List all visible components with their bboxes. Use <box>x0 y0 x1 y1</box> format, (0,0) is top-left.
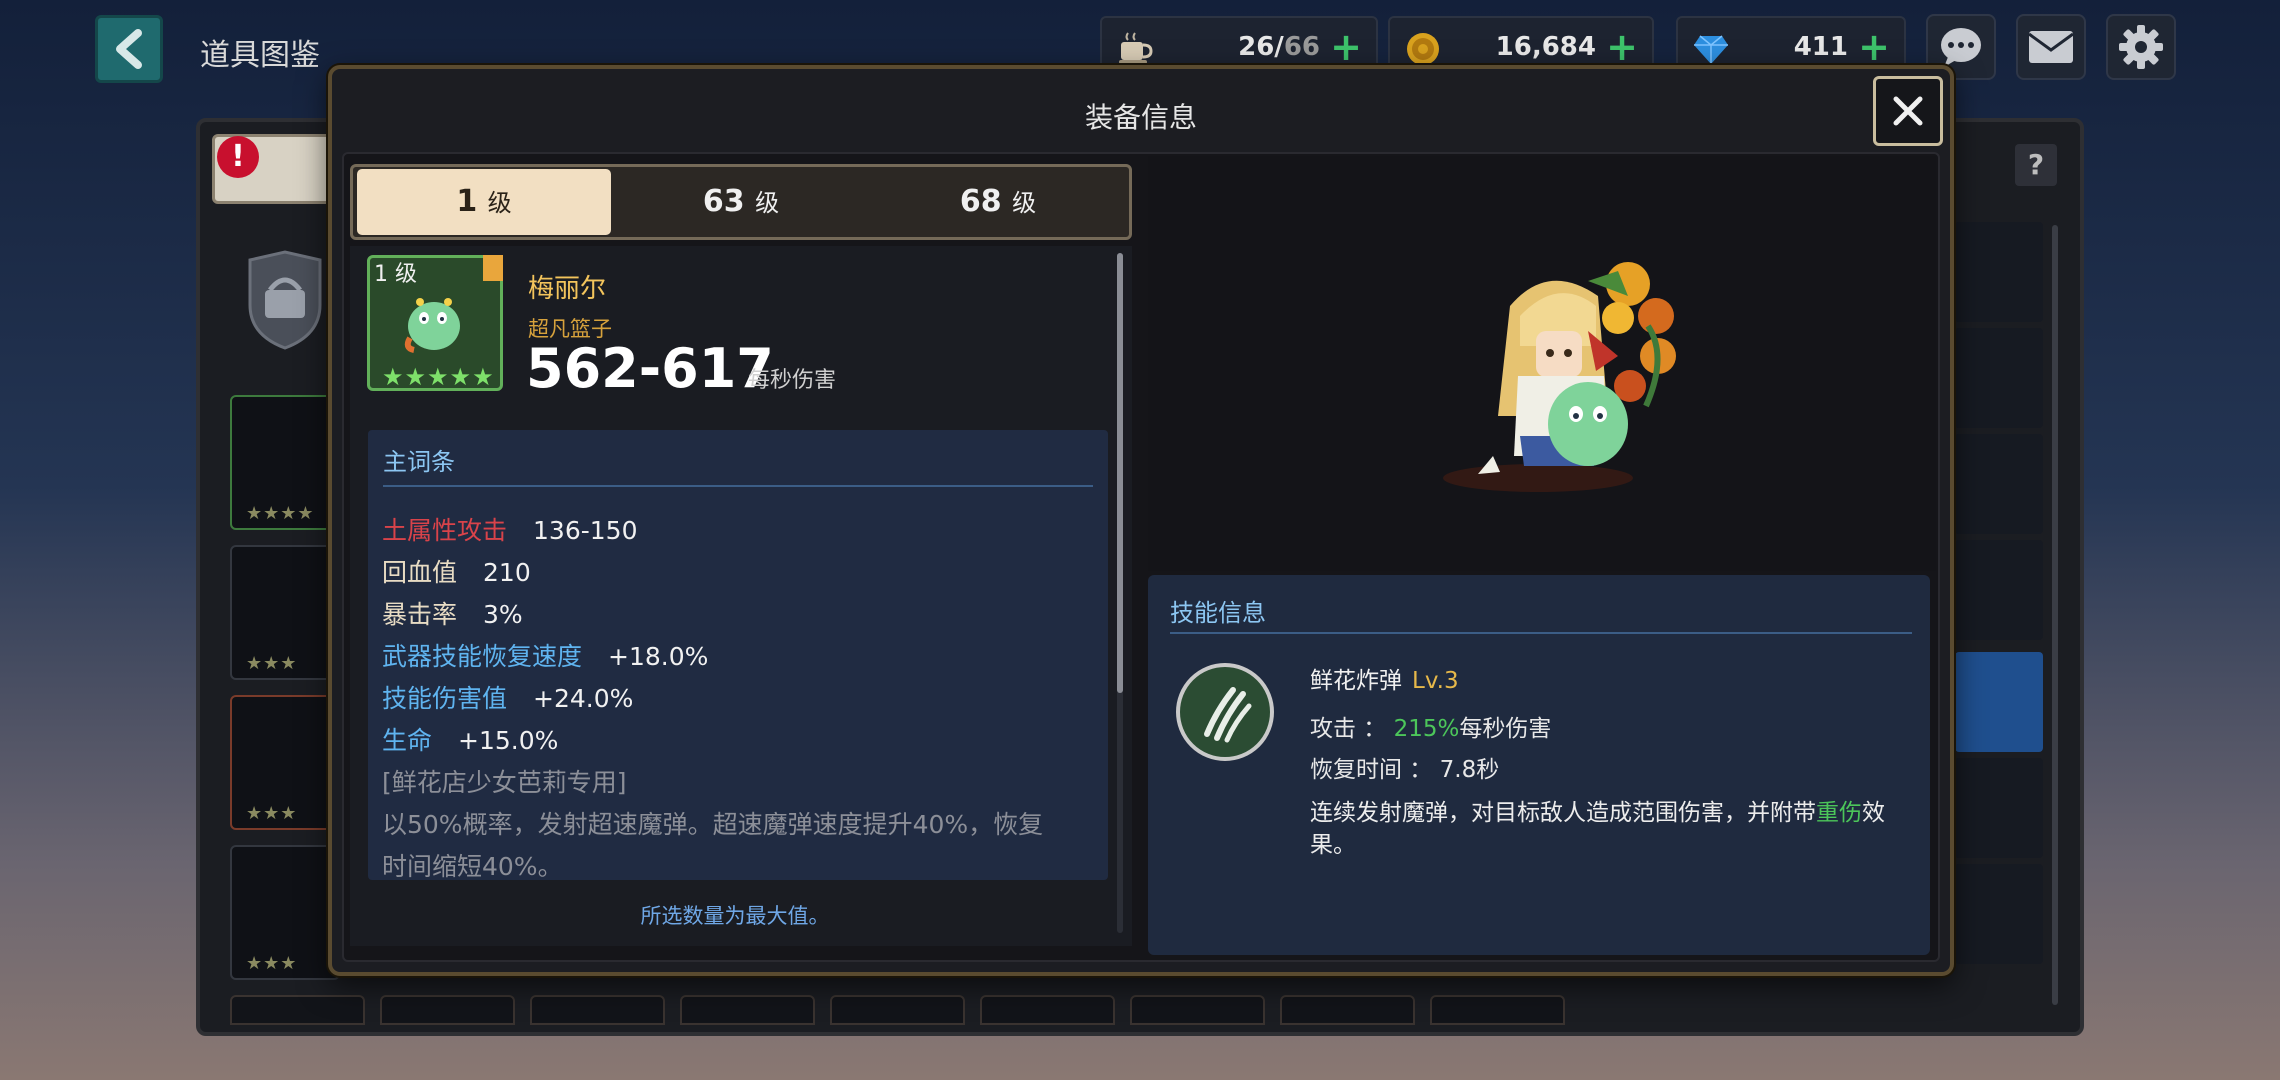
page-title: 道具图鉴 <box>200 38 320 73</box>
item-slot[interactable] <box>830 995 965 1025</box>
mail-button[interactable] <box>2016 14 2086 80</box>
stat-row: 回血值 210 <box>382 558 531 587</box>
side-list-item[interactable] <box>1955 434 2043 534</box>
tab-level-1[interactable]: 1 级 <box>357 169 611 235</box>
help-button[interactable]: ? <box>2015 144 2057 186</box>
gem-icon <box>1694 35 1728 64</box>
damage-unit: 每秒伤害 <box>748 368 837 393</box>
side-list-item[interactable] <box>1955 328 2043 428</box>
skill-cooldown: 恢复时间 ： 7.8秒 <box>1310 757 1500 783</box>
gold-coin-icon <box>1407 33 1439 65</box>
main-stats-heading: 主词条 <box>383 448 455 476</box>
item-slot[interactable] <box>380 995 515 1025</box>
max-quantity-note: 所选数量为最大值。 <box>640 904 830 928</box>
item-card[interactable]: ★★★ <box>230 845 340 980</box>
item-owner-name: 梅丽尔 <box>528 274 607 304</box>
close-button[interactable] <box>1873 76 1943 146</box>
exclusive-tag: [鲜花店少女芭莉专用] <box>382 768 627 797</box>
bookmark-icon <box>483 255 503 281</box>
side-list-item[interactable] <box>1955 758 2043 858</box>
add-gold-icon[interactable]: + <box>1606 26 1638 68</box>
mail-icon <box>2028 31 2074 63</box>
star-rating-icon: ★★★★★ <box>382 363 495 391</box>
settings-button[interactable] <box>2106 14 2176 80</box>
tab-level-63[interactable]: 63 级 <box>614 169 868 235</box>
stat-row: 武器技能恢复速度 +18.0% <box>382 642 709 671</box>
item-preview-area <box>1148 156 1936 571</box>
item-slot[interactable] <box>530 995 665 1025</box>
star-rating-icon: ★★★ <box>246 953 298 974</box>
tab-level-68[interactable]: 68 级 <box>871 169 1125 235</box>
claw-slash-icon <box>1204 687 1252 743</box>
item-level-label: 1 级 <box>374 262 417 287</box>
gear-icon <box>2119 25 2163 69</box>
item-card[interactable]: ★★★ <box>230 695 340 830</box>
stamina-value: 26/66 <box>1238 32 1320 62</box>
exclusive-description: 时间缩短40%。 <box>382 852 563 881</box>
coffee-icon <box>1119 32 1153 64</box>
stat-row: 技能伤害值 +24.0% <box>382 684 634 713</box>
item-slot[interactable] <box>980 995 1115 1025</box>
back-button[interactable] <box>95 15 163 83</box>
alert-icon: ! <box>217 136 259 178</box>
side-list-item[interactable] <box>1955 540 2043 640</box>
skill-info-heading: 技能信息 <box>1170 599 1266 627</box>
item-card[interactable]: ★★★★ <box>230 395 340 530</box>
item-slot[interactable] <box>1430 995 1565 1025</box>
stat-row: 土属性攻击 136-150 <box>382 516 638 545</box>
close-icon <box>1893 96 1923 126</box>
stat-row: 暴击率 3% <box>382 600 523 629</box>
item-slot[interactable] <box>1130 995 1265 1025</box>
exclusive-description: 以50%概率，发射超速魔弹。超速魔弹速度提升40%，恢复 <box>382 810 1044 839</box>
skill-attack: 攻击 ： 215%每秒伤害 <box>1310 716 1552 742</box>
scrollbar[interactable] <box>2052 225 2058 1005</box>
dialog-title: 装备信息 <box>1084 101 1197 134</box>
item-card[interactable]: ★★★ <box>230 545 340 680</box>
add-gem-icon[interactable]: + <box>1858 26 1890 68</box>
gem-value: 411 <box>1793 32 1848 62</box>
side-list-item-selected[interactable] <box>1955 652 2043 752</box>
chevron-left-icon <box>116 29 142 69</box>
side-list-item[interactable] <box>1955 864 2043 964</box>
star-rating-icon: ★★★ <box>246 803 298 824</box>
divider <box>1170 632 1912 634</box>
character-sprite-icon <box>1443 262 1676 492</box>
gold-value: 16,684 <box>1495 32 1596 62</box>
star-rating-icon: ★★★ <box>246 653 298 674</box>
item-slot[interactable] <box>230 995 365 1025</box>
scrollbar-thumb[interactable] <box>1117 253 1123 693</box>
basket-category-icon[interactable] <box>240 250 330 350</box>
item-slot[interactable] <box>1280 995 1415 1025</box>
divider <box>383 485 1093 487</box>
add-stamina-icon[interactable]: + <box>1330 26 1362 68</box>
item-slot[interactable] <box>680 995 815 1025</box>
skill-icon <box>1176 663 1274 761</box>
damage-range: 562-617 <box>526 337 774 400</box>
side-list-item[interactable] <box>1955 222 2043 322</box>
chat-bubble-icon <box>1941 28 1981 67</box>
stat-row: 生命 +15.0% <box>382 726 559 755</box>
skill-description: 连续发射魔弹，对目标敌人造成范围伤害，并附带重伤效果。 <box>1310 800 1885 858</box>
skill-name: 鲜花炸弹 Lv.3 <box>1310 668 1459 694</box>
star-rating-icon: ★★★★ <box>246 503 315 524</box>
